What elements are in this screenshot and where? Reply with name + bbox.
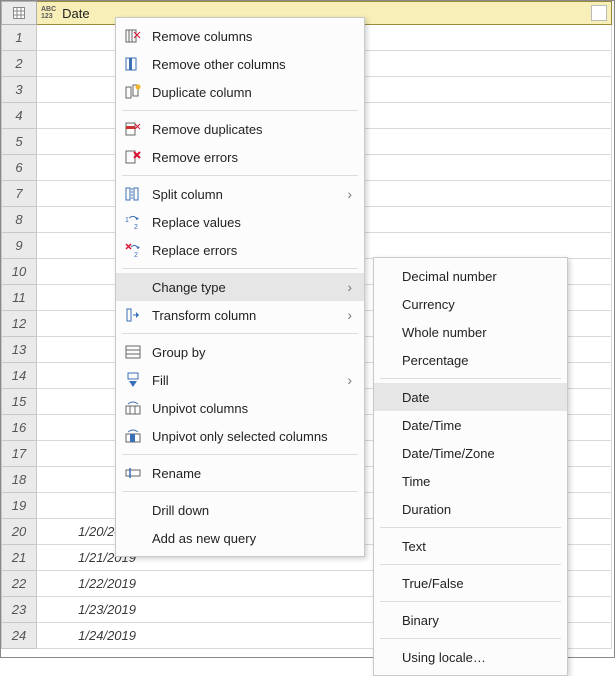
row-header[interactable]: 15 [1, 389, 37, 415]
group-by-icon [124, 343, 142, 361]
row-header[interactable]: 23 [1, 597, 37, 623]
row-header[interactable]: 6 [1, 155, 37, 181]
column-name: Date [62, 6, 89, 21]
menu-separator [122, 110, 358, 111]
menu-change-type[interactable]: Change type › [116, 273, 364, 301]
remove-errors-icon [124, 148, 142, 166]
menu-rename[interactable]: Rename [116, 459, 364, 487]
row-header[interactable]: 8 [1, 207, 37, 233]
row-header[interactable]: 12 [1, 311, 37, 337]
submenu-decimal-number[interactable]: Decimal number [374, 262, 567, 290]
menu-separator [380, 601, 561, 602]
menu-replace-errors[interactable]: 2 Replace errors [116, 236, 364, 264]
svg-text:2: 2 [134, 252, 138, 258]
remove-columns-icon [124, 27, 142, 45]
blank-icon [124, 529, 142, 547]
submenu-time[interactable]: Time [374, 467, 567, 495]
menu-transform-column[interactable]: Transform column › [116, 301, 364, 329]
submenu-whole-number[interactable]: Whole number [374, 318, 567, 346]
fill-icon [124, 371, 142, 389]
menu-unpivot-only-selected[interactable]: Unpivot only selected columns [116, 422, 364, 450]
menu-separator [380, 564, 561, 565]
menu-replace-values[interactable]: 12 Replace values [116, 208, 364, 236]
row-header[interactable]: 17 [1, 441, 37, 467]
submenu-true-false[interactable]: True/False [374, 569, 567, 597]
row-header[interactable]: 14 [1, 363, 37, 389]
transform-column-icon [124, 306, 142, 324]
menu-add-as-new-query[interactable]: Add as new query [116, 524, 364, 552]
remove-other-columns-icon [124, 55, 142, 73]
chevron-right-icon: › [347, 279, 352, 295]
menu-remove-errors[interactable]: Remove errors [116, 143, 364, 171]
row-header[interactable]: 7 [1, 181, 37, 207]
chevron-right-icon: › [347, 307, 352, 323]
submenu-datetimezone[interactable]: Date/Time/Zone [374, 439, 567, 467]
menu-split-column[interactable]: Split column › [116, 180, 364, 208]
submenu-duration[interactable]: Duration [374, 495, 567, 523]
change-type-submenu: Decimal number Currency Whole number Per… [373, 257, 568, 676]
row-header[interactable]: 19 [1, 493, 37, 519]
menu-remove-columns[interactable]: Remove columns [116, 22, 364, 50]
row-header[interactable]: 2 [1, 51, 37, 77]
menu-separator [122, 175, 358, 176]
row-header[interactable]: 1 [1, 25, 37, 51]
blank-icon [124, 278, 142, 296]
remove-duplicates-icon [124, 120, 142, 138]
any-type-icon: ABC 123 [41, 6, 56, 20]
submenu-date[interactable]: Date [374, 383, 567, 411]
unpivot-selected-icon [124, 427, 142, 445]
row-header[interactable]: 16 [1, 415, 37, 441]
submenu-text[interactable]: Text [374, 532, 567, 560]
column-filter-dropdown[interactable] [591, 5, 607, 21]
menu-drill-down[interactable]: Drill down [116, 496, 364, 524]
submenu-percentage[interactable]: Percentage [374, 346, 567, 374]
unpivot-columns-icon [124, 399, 142, 417]
svg-text:1: 1 [125, 217, 129, 224]
row-header[interactable]: 22 [1, 571, 37, 597]
submenu-binary[interactable]: Binary [374, 606, 567, 634]
menu-separator [122, 491, 358, 492]
row-header[interactable]: 18 [1, 467, 37, 493]
row-header[interactable]: 24 [1, 623, 37, 649]
replace-values-icon: 12 [124, 213, 142, 231]
row-header[interactable]: 5 [1, 129, 37, 155]
blank-icon [124, 501, 142, 519]
submenu-using-locale[interactable]: Using locale… [374, 643, 567, 671]
row-header[interactable]: 10 [1, 259, 37, 285]
column-context-menu: Remove columns Remove other columns Dupl… [115, 17, 365, 557]
chevron-right-icon: › [347, 372, 352, 388]
duplicate-column-icon [124, 83, 142, 101]
menu-fill[interactable]: Fill › [116, 366, 364, 394]
row-header[interactable]: 11 [1, 285, 37, 311]
submenu-currency[interactable]: Currency [374, 290, 567, 318]
menu-separator [122, 333, 358, 334]
row-header[interactable]: 20 [1, 519, 37, 545]
menu-duplicate-column[interactable]: Duplicate column [116, 78, 364, 106]
split-column-icon [124, 185, 142, 203]
menu-separator [122, 268, 358, 269]
menu-separator [122, 454, 358, 455]
chevron-right-icon: › [347, 186, 352, 202]
rename-icon [124, 464, 142, 482]
menu-remove-duplicates[interactable]: Remove duplicates [116, 115, 364, 143]
row-header[interactable]: 9 [1, 233, 37, 259]
select-all-corner[interactable] [1, 1, 37, 25]
menu-separator [380, 378, 561, 379]
row-header[interactable]: 4 [1, 103, 37, 129]
menu-group-by[interactable]: Group by [116, 338, 364, 366]
table-icon [13, 7, 25, 19]
svg-text:2: 2 [134, 224, 138, 230]
menu-separator [380, 638, 561, 639]
menu-separator [380, 527, 561, 528]
menu-unpivot-columns[interactable]: Unpivot columns [116, 394, 364, 422]
replace-errors-icon: 2 [124, 241, 142, 259]
submenu-datetime[interactable]: Date/Time [374, 411, 567, 439]
row-header[interactable]: 21 [1, 545, 37, 571]
row-header[interactable]: 13 [1, 337, 37, 363]
menu-remove-other-columns[interactable]: Remove other columns [116, 50, 364, 78]
row-header[interactable]: 3 [1, 77, 37, 103]
